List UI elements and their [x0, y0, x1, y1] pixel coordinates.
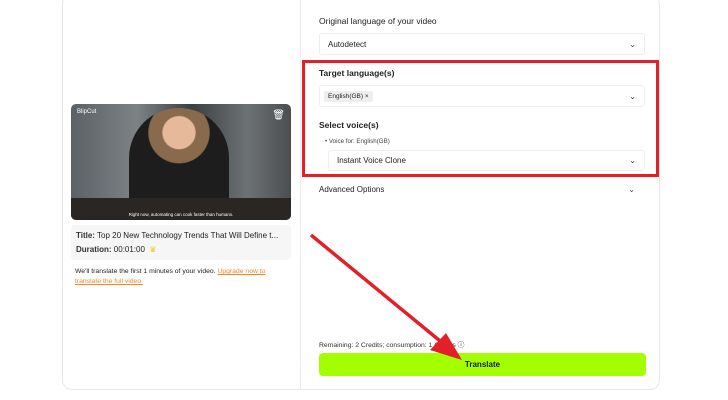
duration-label: Duration:: [76, 245, 112, 254]
video-preview[interactable]: BlipCut 🗑 Right now, automating can cook…: [71, 104, 291, 220]
duration-value: 00:01:00: [113, 245, 145, 254]
translate-button[interactable]: Translate: [319, 353, 646, 376]
original-language-select[interactable]: Autodetect ⌄: [319, 33, 645, 55]
chevron-down-icon: ⌄: [629, 39, 636, 49]
credits-text: Remaining: 2 Credits; consumption: 1 Cre…: [319, 342, 456, 349]
advanced-options-label: Advanced Options: [319, 184, 385, 194]
original-language-label: Original language of your video: [319, 16, 437, 26]
highlight-box: [302, 60, 659, 177]
advanced-options-toggle[interactable]: Advanced Options ⌄: [319, 178, 645, 200]
info-icon[interactable]: ⓘ: [458, 342, 465, 349]
note-text: We'll translate the first 1 minutes of y…: [75, 268, 218, 275]
watermark-logo: BlipCut: [77, 109, 97, 115]
credits-info: Remaining: 2 Credits; consumption: 1 Cre…: [319, 339, 464, 349]
chevron-down-icon: ⌄: [628, 184, 635, 194]
original-language-value: Autodetect: [328, 39, 367, 49]
video-info: Title: Top 20 New Technology Trends That…: [71, 225, 291, 260]
crown-icon: ♛: [149, 245, 157, 254]
video-subtitle: Right now, automating can cook faster th…: [128, 212, 234, 217]
translate-note: We'll translate the first 1 minutes of y…: [75, 267, 290, 287]
divider: [300, 0, 301, 390]
trash-icon[interactable]: 🗑: [272, 110, 285, 121]
title-label: Title:: [76, 231, 95, 240]
title-value: Top 20 New Technology Trends That Will D…: [97, 231, 279, 240]
